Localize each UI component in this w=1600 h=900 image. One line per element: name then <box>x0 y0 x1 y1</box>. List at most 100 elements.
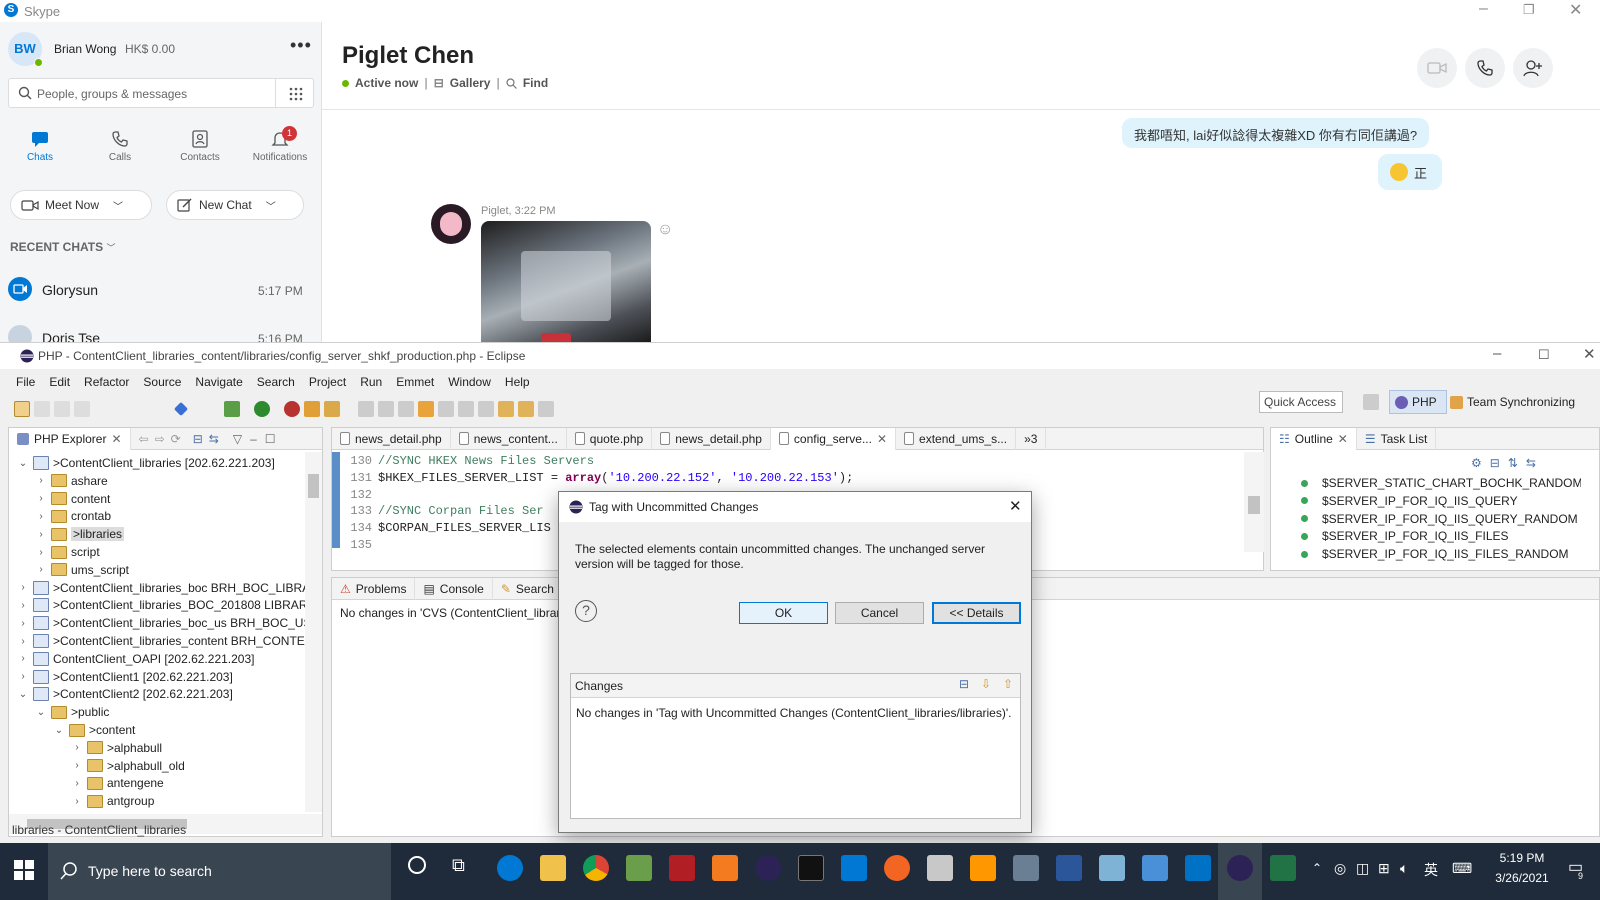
tree-item[interactable]: › antgroup <box>9 792 154 810</box>
meet-now-button[interactable]: Meet Now ﹀ <box>10 190 152 220</box>
recent-chat-item[interactable]: Glorysun 5:17 PM <box>0 270 321 310</box>
chevron-right-icon[interactable]: › <box>71 760 83 771</box>
sort-icon[interactable]: ⇅ <box>1508 456 1518 470</box>
avatar[interactable] <box>431 204 471 244</box>
postman-icon[interactable] <box>884 855 910 881</box>
view-menu-icon[interactable]: ▽ <box>233 432 242 446</box>
taskbar-search[interactable]: Type here to search <box>48 843 391 900</box>
close-icon[interactable]: ✕ <box>1583 345 1596 363</box>
app-icon[interactable] <box>1099 855 1125 881</box>
perspective-team-sync[interactable]: Team Synchronizing <box>1450 390 1575 414</box>
chevron-right-icon[interactable]: › <box>17 582 29 593</box>
nav-calls[interactable]: Calls <box>80 130 160 163</box>
tab-problems[interactable]: ⚠ Problems <box>332 577 416 600</box>
menu-item-project[interactable]: Project <box>309 375 346 389</box>
chevron-right-icon[interactable]: › <box>35 529 47 540</box>
chevron-right-icon[interactable]: › <box>17 636 29 647</box>
arrow-down-icon[interactable]: ⇩ <box>981 677 991 691</box>
collapse-all-icon[interactable]: ⊟ <box>959 677 969 691</box>
sublime-icon[interactable] <box>970 855 996 881</box>
chevron-right-icon[interactable]: › <box>17 671 29 682</box>
nav-chats[interactable]: Chats <box>0 130 80 163</box>
chevron-right-icon[interactable]: › <box>71 778 83 789</box>
menu-item-refactor[interactable]: Refactor <box>84 375 129 389</box>
chevron-right-icon[interactable]: › <box>35 475 47 486</box>
notepad-plus-icon[interactable] <box>626 855 652 881</box>
print-icon[interactable] <box>74 401 90 417</box>
close-icon[interactable]: ✕ <box>1009 497 1022 515</box>
toolbar-icon[interactable] <box>378 401 394 417</box>
filezilla-icon[interactable] <box>669 855 695 881</box>
xampp-icon[interactable] <box>712 855 738 881</box>
outline-item[interactable]: $SERVER_IP_FOR_IQ_IIS_QUERY <box>1301 492 1518 510</box>
filter-icon[interactable]: ⚙ <box>1471 456 1482 470</box>
menu-item-window[interactable]: Window <box>448 375 491 389</box>
outgoing-message[interactable]: 正 <box>1378 154 1442 190</box>
network-app-icon[interactable] <box>1142 855 1168 881</box>
tree-item[interactable]: › crontab <box>9 507 111 525</box>
dialpad-icon[interactable] <box>289 87 303 101</box>
menu-item-edit[interactable]: Edit <box>49 375 70 389</box>
windows-start-icon[interactable] <box>14 860 34 880</box>
chevron-right-icon[interactable]: › <box>17 600 29 611</box>
chevron-right-icon[interactable]: › <box>71 796 83 807</box>
maximize-icon[interactable]: ☐ <box>265 432 276 446</box>
tree-item[interactable]: ⌄ >ContentClient2 [202.62.221.203] <box>9 685 233 703</box>
tree-item[interactable]: › >ContentClient_libraries_BOC_201808 LIB… <box>9 596 305 614</box>
editor-tab[interactable]: extend_ums_s... <box>896 427 1017 450</box>
chevron-right-icon[interactable]: › <box>35 547 47 558</box>
chevron-down-icon[interactable]: ⌄ <box>53 725 65 736</box>
minimize-icon[interactable]: – <box>1479 0 1488 18</box>
eclipse-taskbar-icon[interactable] <box>1227 855 1253 881</box>
maximize-icon[interactable]: ☐ <box>1538 347 1550 363</box>
outline-item[interactable]: $SERVER_STATIC_CHART_BOCHK_RANDOM <box>1301 474 1581 492</box>
outline-item[interactable]: $SERVER_IP_FOR_IQ_IIS_FILES <box>1301 527 1509 545</box>
collapse-all-icon[interactable]: ⊟ <box>1490 456 1500 470</box>
clock-time[interactable]: 5:19 PM <box>1487 851 1557 865</box>
tree-item[interactable]: › content <box>9 490 110 508</box>
close-icon[interactable]: ✕ <box>1338 432 1348 446</box>
save-icon[interactable] <box>34 401 50 417</box>
minimize-icon[interactable]: – <box>250 432 257 446</box>
tab-console[interactable]: ▤ Console <box>415 577 493 600</box>
pin-icon[interactable] <box>173 401 189 417</box>
tree-item[interactable]: › ashare <box>9 472 107 490</box>
link-editor-icon[interactable]: ⇆ <box>1526 456 1536 470</box>
keyboard-icon[interactable]: ⌨ <box>1452 860 1472 877</box>
toolbar-icon[interactable] <box>478 401 494 417</box>
forward-icon[interactable] <box>538 401 554 417</box>
menu-item-emmet[interactable]: Emmet <box>396 375 434 389</box>
editor-tab[interactable]: news_content... <box>451 427 567 450</box>
word-icon[interactable] <box>1056 855 1082 881</box>
debug-icon[interactable] <box>224 401 240 417</box>
image-attachment[interactable] <box>481 221 651 342</box>
editor-tab[interactable]: config_serve... ✕ <box>770 427 897 450</box>
toolbar-icon[interactable] <box>418 401 434 417</box>
search-tool-icon[interactable] <box>324 401 340 417</box>
collapse-all-icon[interactable]: ⊟ <box>193 432 203 446</box>
chevron-down-icon[interactable]: ⌄ <box>17 458 29 469</box>
recent-chats-header[interactable]: RECENT CHATS ﹀ <box>10 240 115 254</box>
chevron-down-icon[interactable]: ⌄ <box>35 707 47 718</box>
tab-search[interactable]: ✎ Search <box>493 577 563 600</box>
find-link[interactable]: Find <box>523 76 548 90</box>
audio-call-button[interactable] <box>1465 48 1505 88</box>
tree-item[interactable]: › >ContentClient_libraries_boc BRH_BOC_LI… <box>9 579 305 597</box>
video-call-button[interactable] <box>1417 48 1457 88</box>
perspective-php[interactable]: PHP <box>1389 390 1447 414</box>
chevron-down-icon[interactable]: ⌄ <box>17 689 29 700</box>
vertical-scrollbar[interactable] <box>305 452 322 812</box>
tree-item[interactable]: › >alphabull <box>9 739 162 757</box>
tray-icon[interactable]: ◫ <box>1356 860 1369 877</box>
task-view-icon[interactable]: ⧉ <box>452 855 465 876</box>
tree-item[interactable]: ⌄ >content <box>9 721 136 739</box>
tree-item[interactable]: ⌄ >public <box>9 703 110 721</box>
cortana-icon[interactable] <box>408 856 426 874</box>
close-icon[interactable]: ✕ <box>1569 0 1582 20</box>
nav-arrows-icon[interactable]: ⇦⇨⟳ <box>139 432 187 446</box>
external-tools-icon[interactable] <box>284 401 300 417</box>
tree-item[interactable]: ⌄ >ContentClient_libraries [202.62.221.20… <box>9 454 275 472</box>
chevron-right-icon[interactable]: › <box>35 511 47 522</box>
menu-item-source[interactable]: Source <box>143 375 181 389</box>
emoji-react-icon[interactable]: ☺ <box>657 221 673 239</box>
